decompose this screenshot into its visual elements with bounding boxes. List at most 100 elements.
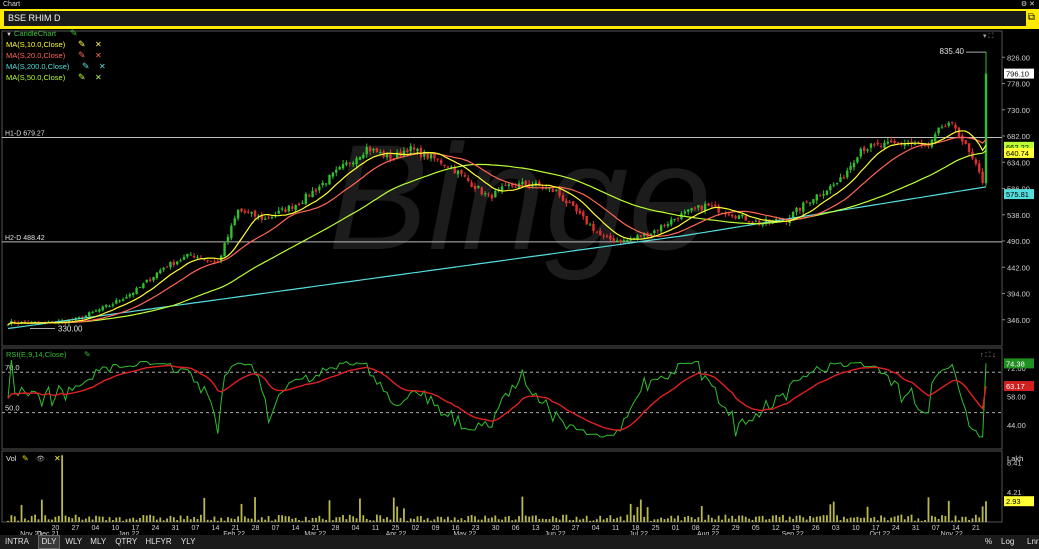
volume-bar [315,517,317,522]
candle-body [538,181,541,187]
volume-bar [419,515,422,522]
volume-bar [724,514,727,522]
volume-bar [101,516,104,522]
candle-body [500,186,504,191]
candle-body [483,193,487,195]
candle-body [802,202,805,212]
volume-bar [233,518,236,522]
volume-bar [203,497,206,522]
pencil-icon[interactable]: ✎ [84,350,91,359]
timeframe-dly[interactable]: DLY [37,535,61,549]
candle-body [950,122,954,124]
volume-bar [108,517,111,522]
candle-body [91,311,94,313]
candle-body [944,126,947,128]
volume-bar [524,515,527,522]
volume-bar [179,515,182,522]
pencil-icon[interactable]: ✎ [22,454,29,463]
window-controls[interactable]: ⚙ ✕ [1021,0,1035,9]
candle-body [240,208,243,212]
candle-body [734,216,737,219]
close-icon[interactable]: ✕ [95,73,102,82]
volume-bar [210,520,212,522]
candle-body [328,175,331,185]
close-icon[interactable]: ✕ [54,454,61,463]
candle-body [145,279,148,283]
volume-bar [880,515,882,522]
volume-bar [646,507,649,522]
volume-bar [57,515,60,522]
volume-bar [243,516,246,522]
candle-body [947,122,950,126]
candle-body [179,260,182,262]
menu-icon[interactable]: ⚙ [1021,1,1027,8]
candle-body [856,157,859,163]
candle-body [978,163,981,172]
x-tick-label: 01 [672,525,680,532]
candle-body [243,210,247,213]
symbol-field[interactable]: BSE RHIM D [4,11,1026,26]
timeframe-qtry[interactable]: QTRY [112,535,140,549]
pencil-icon[interactable]: ✎ [70,29,78,38]
close-icon[interactable]: ✕ [95,40,102,49]
scale-log[interactable]: Log [998,535,1017,549]
candle-body [280,208,284,210]
restore-icon[interactable]: ⧉ [1028,12,1035,23]
candle-body [196,257,199,259]
candle-body [866,149,869,151]
close-icon[interactable]: ✕ [99,62,106,71]
volume-bar [710,517,713,522]
candle-body [981,171,984,183]
candle-body [324,183,328,185]
candle-body [294,204,297,210]
timeframe-intra[interactable]: INTRA [2,535,32,549]
chart-area[interactable]: Binge H1-D 679.27 H2-D 488.42 835.40 330.00 8… [0,29,1039,535]
volume-bar [602,519,605,522]
volume-bar [958,520,960,522]
volume-bar [582,518,585,522]
candle-body [551,188,555,192]
scale-lnr[interactable]: Lnr [1024,535,1039,549]
candle-body [744,215,747,221]
volume-bar [548,519,551,522]
x-tick-label: 31 [172,525,180,532]
close-icon[interactable]: ✕ [1029,1,1035,8]
timeframe-yly[interactable]: YLY [178,535,199,549]
candle-body [565,200,568,204]
volume-bar [355,518,358,522]
timeframe-hlfyr[interactable]: HLFYR [142,535,174,549]
candle-body [514,186,517,188]
volume-bar [606,518,608,522]
timeframe-wly[interactable]: WLY [62,535,85,549]
close-icon[interactable]: ✕ [95,51,102,60]
volume-bar [765,519,767,522]
volume-bar [142,515,145,522]
pencil-icon[interactable]: ✎ [78,39,86,49]
candle-body [487,193,490,195]
volume-bar [731,515,734,522]
pencil-icon[interactable]: ✎ [78,72,86,82]
volume-bar [717,515,720,522]
pencil-icon[interactable]: ✎ [78,50,86,60]
scale-percent[interactable]: % [982,535,995,549]
volume-bar [612,519,615,522]
volume-bar [145,515,148,522]
volume-bar [450,520,453,522]
candle-body [626,239,629,242]
timeframe-mly[interactable]: MLY [87,535,109,549]
candle-body [88,312,91,317]
candle-body [700,205,703,210]
volume-bar [863,517,866,522]
volume-bar [88,516,91,522]
candle-body [135,288,138,294]
pencil-icon[interactable]: ✎ [82,61,90,71]
candle-body [362,154,365,159]
candle-body [429,153,433,159]
volume-bar [44,515,47,522]
volume-panel[interactable] [1,450,1003,523]
volume-bar [206,519,209,522]
volume-bar [792,518,795,522]
rsi-panel-controls: ↑ ⛶ ↓ [980,351,996,359]
volume-y-tick-label: 8.41 [1007,458,1022,467]
volume-bar [643,516,646,522]
